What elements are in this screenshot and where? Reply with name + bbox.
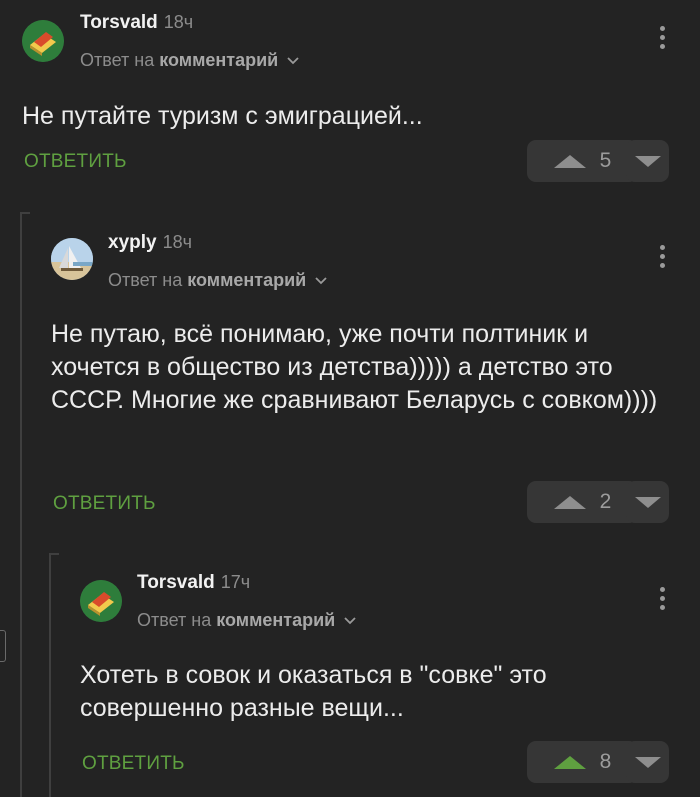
reply-to-target[interactable]: комментарий — [216, 610, 335, 630]
comment-text: Не путаю, всё понимаю, уже почти полтини… — [51, 320, 658, 414]
reply-button[interactable]: ОТВЕТИТЬ — [24, 151, 127, 173]
thread-line-connector — [49, 553, 59, 555]
downvote-icon — [634, 155, 661, 167]
upvote-icon — [553, 154, 586, 168]
timestamp: 17ч — [220, 572, 251, 592]
avatar-torsvald — [80, 580, 122, 622]
upvote-icon — [553, 755, 586, 769]
username[interactable]: xyply 18ч — [108, 232, 192, 254]
avatar[interactable] — [80, 580, 122, 622]
reply-to-target[interactable]: комментарий — [187, 270, 306, 290]
chevron-down-icon[interactable] — [315, 277, 327, 285]
reply-to-prefix: Ответ на — [108, 270, 183, 290]
vote-count: 8 — [599, 750, 612, 773]
vote-count: 2 — [599, 490, 612, 513]
upvote-icon — [553, 495, 586, 509]
downvote-button[interactable] — [626, 140, 669, 182]
chevron-down-icon[interactable] — [344, 617, 356, 625]
thread-line-connector — [20, 212, 30, 214]
chevron-down-icon[interactable] — [287, 57, 299, 65]
reply-button[interactable]: ОТВЕТИТЬ — [53, 493, 156, 515]
timestamp: 18ч — [163, 12, 194, 32]
comment-text: Не путайте туризм с эмиграцией... — [22, 102, 423, 130]
reply-button[interactable]: ОТВЕТИТЬ — [82, 753, 185, 775]
vote-count: 5 — [599, 149, 612, 172]
avatar-xyply — [51, 238, 93, 280]
reply-to-target[interactable]: комментарий — [159, 50, 278, 70]
timestamp: 18ч — [162, 232, 192, 252]
thread-line-level-2 — [49, 553, 51, 797]
avatar-torsvald — [22, 20, 64, 62]
upvote-button[interactable]: 5 — [527, 140, 638, 182]
collapse-handle[interactable] — [0, 630, 6, 662]
downvote-button[interactable] — [626, 481, 669, 523]
downvote-button[interactable] — [626, 741, 669, 783]
thread-line-level-1 — [20, 212, 22, 797]
username-text[interactable]: Torsvald — [137, 572, 215, 593]
reply-to-link[interactable]: Ответ на комментарий — [108, 270, 327, 291]
reply-to-link[interactable]: Ответ на комментарий — [80, 50, 299, 71]
comment-text: Хотеть в совок и оказаться в "совке" это… — [80, 661, 547, 722]
reply-to-prefix: Ответ на — [80, 50, 155, 70]
username[interactable]: Torsvald 18ч — [80, 12, 193, 34]
upvote-button[interactable]: 2 — [527, 481, 638, 523]
downvote-icon — [634, 756, 661, 768]
avatar[interactable] — [51, 238, 93, 280]
reply-to-prefix: Ответ на — [137, 610, 212, 630]
username-text[interactable]: Torsvald — [80, 12, 158, 33]
avatar[interactable] — [22, 20, 64, 62]
reply-to-link[interactable]: Ответ на комментарий — [137, 610, 356, 631]
more-vertical-icon[interactable] — [660, 587, 666, 613]
username-text[interactable]: xyply — [108, 232, 157, 253]
username[interactable]: Torsvald 17ч — [137, 572, 250, 594]
more-vertical-icon[interactable] — [660, 26, 666, 52]
upvote-button[interactable]: 8 — [527, 741, 638, 783]
downvote-icon — [634, 496, 661, 508]
more-vertical-icon[interactable] — [660, 245, 666, 271]
